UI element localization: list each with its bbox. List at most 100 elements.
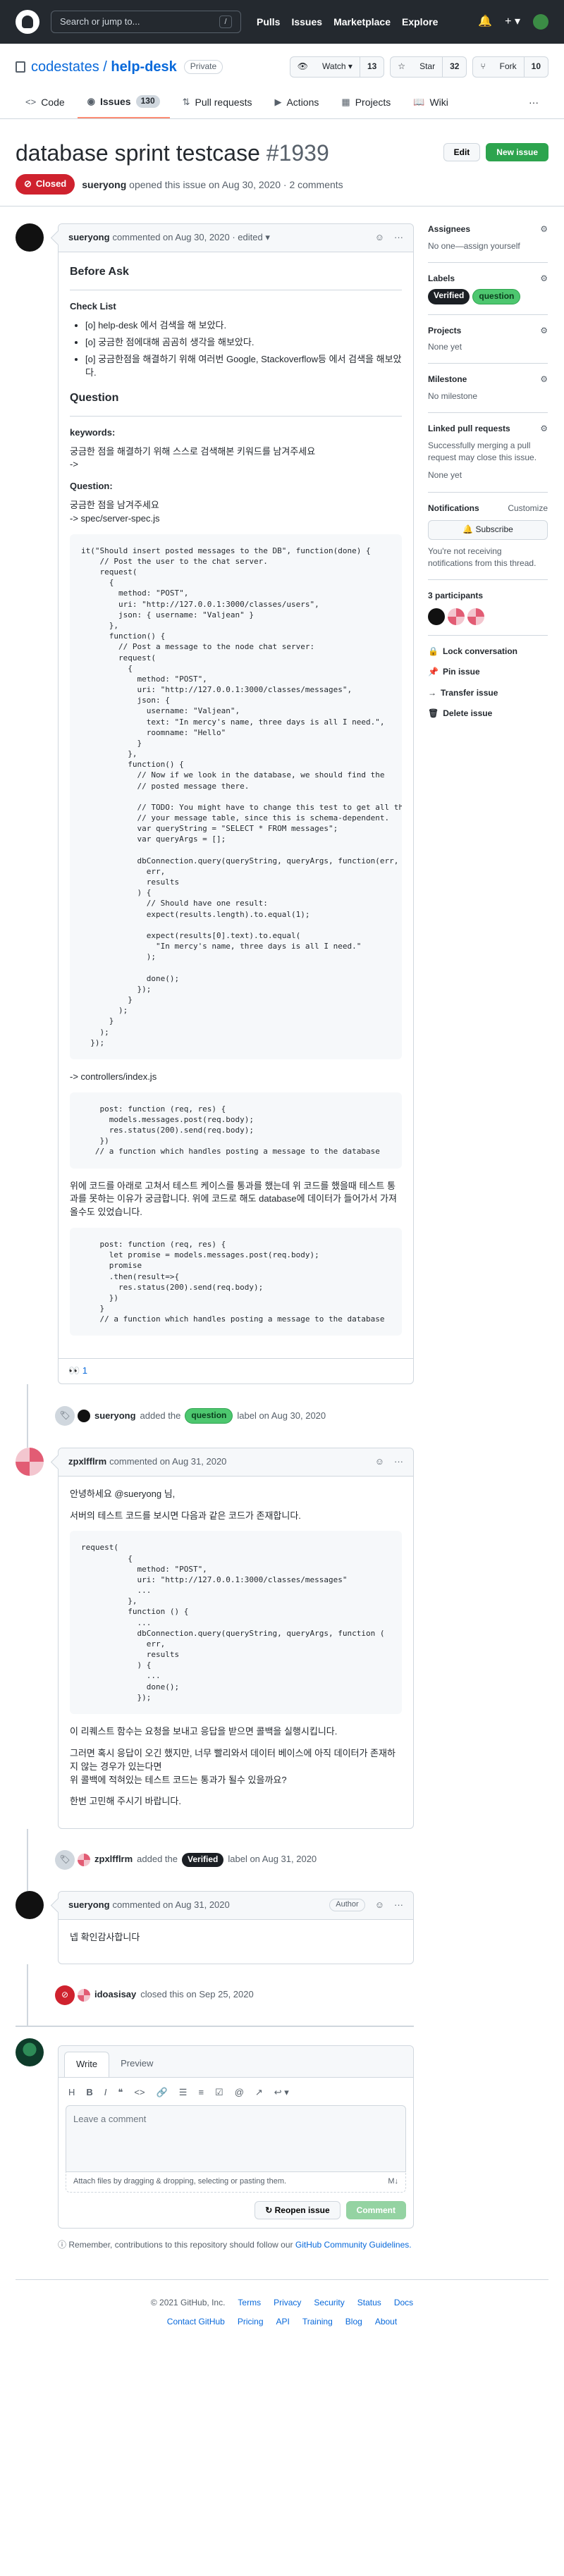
event-actor-link[interactable]: idoasisay xyxy=(94,1988,136,2002)
tab-code[interactable]: <> Code xyxy=(16,89,75,118)
user-avatar[interactable] xyxy=(533,14,548,30)
footer-link[interactable]: Privacy xyxy=(274,2297,301,2309)
quote-icon[interactable]: ❝ xyxy=(118,2086,123,2100)
gear-icon[interactable]: ⚙ xyxy=(540,273,548,285)
tab-write[interactable]: Write xyxy=(64,2052,110,2078)
footer-link[interactable]: API xyxy=(276,2316,290,2328)
bullet-list-icon[interactable]: ☰ xyxy=(179,2086,188,2100)
lock-label: Lock conversation xyxy=(442,646,517,656)
avatar[interactable] xyxy=(16,2038,44,2067)
plus-icon[interactable]: + ▾ xyxy=(505,13,520,30)
repo-name-link[interactable]: help-desk xyxy=(111,59,176,75)
tab-actions[interactable]: ▶ Actions xyxy=(264,89,329,118)
footer-link[interactable]: Status xyxy=(357,2297,381,2309)
comment-author-link[interactable]: zpxlfflrm xyxy=(68,1455,106,1469)
event-actor-link[interactable]: zpxlfflrm xyxy=(94,1853,133,1866)
avatar[interactable] xyxy=(428,608,445,625)
tab-pull-requests[interactable]: ⇅ Pull requests xyxy=(173,89,262,118)
comment-textarea[interactable]: Leave a comment xyxy=(66,2104,406,2172)
lock-conversation-link[interactable]: 🔒 Lock conversation xyxy=(428,646,548,658)
nav-issues[interactable]: Issues xyxy=(291,15,322,29)
avatar[interactable] xyxy=(78,1853,90,1866)
task-list-icon[interactable]: ☑ xyxy=(215,2086,223,2100)
customize-link[interactable]: Customize xyxy=(508,503,548,514)
fork-button[interactable]: ⑂ Fork 10 xyxy=(472,56,548,78)
star-button[interactable]: ☆ Star 32 xyxy=(390,56,467,78)
avatar[interactable] xyxy=(467,608,484,625)
smiley-icon[interactable]: ☺ xyxy=(375,1899,384,1912)
nav-explore[interactable]: Explore xyxy=(402,15,438,29)
gear-icon[interactable]: ⚙ xyxy=(540,423,548,435)
reference-icon[interactable]: ↗ xyxy=(255,2086,263,2100)
kebab-menu-icon[interactable]: ··· xyxy=(394,1455,403,1469)
kebab-menu-icon[interactable]: ··· xyxy=(394,231,403,245)
reply-icon[interactable]: ↩ ▾ xyxy=(274,2086,289,2100)
reaction-eyes[interactable]: 👀 1 xyxy=(59,1358,413,1383)
comment-author-link[interactable]: sueryong xyxy=(68,231,110,245)
footer-link[interactable]: Terms xyxy=(238,2297,261,2309)
avatar[interactable] xyxy=(16,1890,44,1919)
gear-icon[interactable]: ⚙ xyxy=(540,223,548,235)
reopen-issue-button[interactable]: ↻ Reopen issue xyxy=(255,2200,341,2219)
avatar[interactable] xyxy=(78,1410,90,1423)
avatar[interactable] xyxy=(78,1988,90,2002)
tab-wiki[interactable]: 📖 Wiki xyxy=(403,89,458,118)
transfer-issue-link[interactable]: → Transfer issue xyxy=(428,687,548,699)
tab-code-label: Code xyxy=(41,97,65,108)
bold-icon[interactable]: B xyxy=(86,2086,92,2100)
smiley-icon[interactable]: ☺ xyxy=(375,1455,384,1469)
nav-pulls[interactable]: Pulls xyxy=(257,15,280,29)
smiley-icon[interactable]: ☺ xyxy=(375,231,384,245)
footer-link[interactable]: Contact GitHub xyxy=(167,2316,225,2328)
tab-projects[interactable]: ▦ Projects xyxy=(331,89,400,118)
attach-files-area[interactable]: Attach files by dragging & dropping, sel… xyxy=(66,2171,406,2193)
github-logo-icon[interactable] xyxy=(16,10,39,34)
comment-meta[interactable]: commented on Aug 31, 2020 xyxy=(109,1455,226,1469)
footer-link[interactable]: Training xyxy=(302,2316,333,2328)
numbered-list-icon[interactable]: ≡ xyxy=(198,2086,204,2100)
nav-marketplace[interactable]: Marketplace xyxy=(333,15,391,29)
guidelines-link[interactable]: GitHub Community Guidelines. xyxy=(295,2240,412,2250)
label-verified[interactable]: Verified xyxy=(182,1853,224,1867)
new-issue-button[interactable]: New issue xyxy=(486,143,548,162)
footer-link[interactable]: Blog xyxy=(345,2316,362,2328)
tab-preview[interactable]: Preview xyxy=(109,2052,164,2077)
watch-button[interactable]: 👁 Watch ▾ 13 xyxy=(289,56,385,78)
subscribe-button[interactable]: 🔔 Subscribe xyxy=(428,520,548,540)
comment-author-link[interactable]: sueryong xyxy=(68,1899,110,1912)
question-title: Question: xyxy=(70,481,113,492)
edit-title-button[interactable]: Edit xyxy=(443,143,481,162)
pin-issue-link[interactable]: 📌 Pin issue xyxy=(428,666,548,678)
code-icon[interactable]: <> xyxy=(134,2086,145,2100)
delete-issue-link[interactable]: 🗑 Delete issue xyxy=(428,708,548,720)
gear-icon[interactable]: ⚙ xyxy=(540,374,548,386)
question-heading: Question xyxy=(70,391,119,404)
tab-issues[interactable]: ◉ Issues 130 xyxy=(77,89,170,119)
label-verified[interactable]: Verified xyxy=(428,289,470,304)
assignees-value[interactable]: No one—assign yourself xyxy=(428,240,548,252)
issue-author-link[interactable]: sueryong xyxy=(82,178,126,192)
comment-button[interactable]: Comment xyxy=(345,2200,406,2219)
kebab-menu-icon[interactable]: ··· xyxy=(394,1899,403,1912)
label-question[interactable]: question xyxy=(185,1408,233,1424)
avatar[interactable] xyxy=(448,608,465,625)
link-icon[interactable]: 🔗 xyxy=(157,2086,168,2100)
comment-meta[interactable]: commented on Aug 31, 2020 xyxy=(113,1899,230,1912)
avatar[interactable] xyxy=(16,223,44,252)
footer-link[interactable]: Docs xyxy=(394,2297,413,2309)
repo-owner-link[interactable]: codestates xyxy=(31,59,99,75)
italic-icon[interactable]: I xyxy=(104,2086,107,2100)
gear-icon[interactable]: ⚙ xyxy=(540,325,548,337)
heading-icon[interactable]: H xyxy=(68,2086,75,2100)
event-actor-link[interactable]: sueryong xyxy=(94,1410,136,1423)
search-input[interactable]: Search or jump to... / xyxy=(51,11,241,33)
mention-icon[interactable]: @ xyxy=(235,2086,244,2100)
footer-link[interactable]: Pricing xyxy=(238,2316,264,2328)
bell-icon[interactable]: 🔔 xyxy=(478,13,492,30)
label-question[interactable]: question xyxy=(472,289,521,304)
comment-meta[interactable]: commented on Aug 30, 2020 · edited ▾ xyxy=(113,231,270,245)
footer-link[interactable]: About xyxy=(375,2316,397,2328)
tabs-more-button[interactable]: ··· xyxy=(519,89,548,118)
avatar[interactable] xyxy=(16,1447,44,1476)
footer-link[interactable]: Security xyxy=(314,2297,344,2309)
